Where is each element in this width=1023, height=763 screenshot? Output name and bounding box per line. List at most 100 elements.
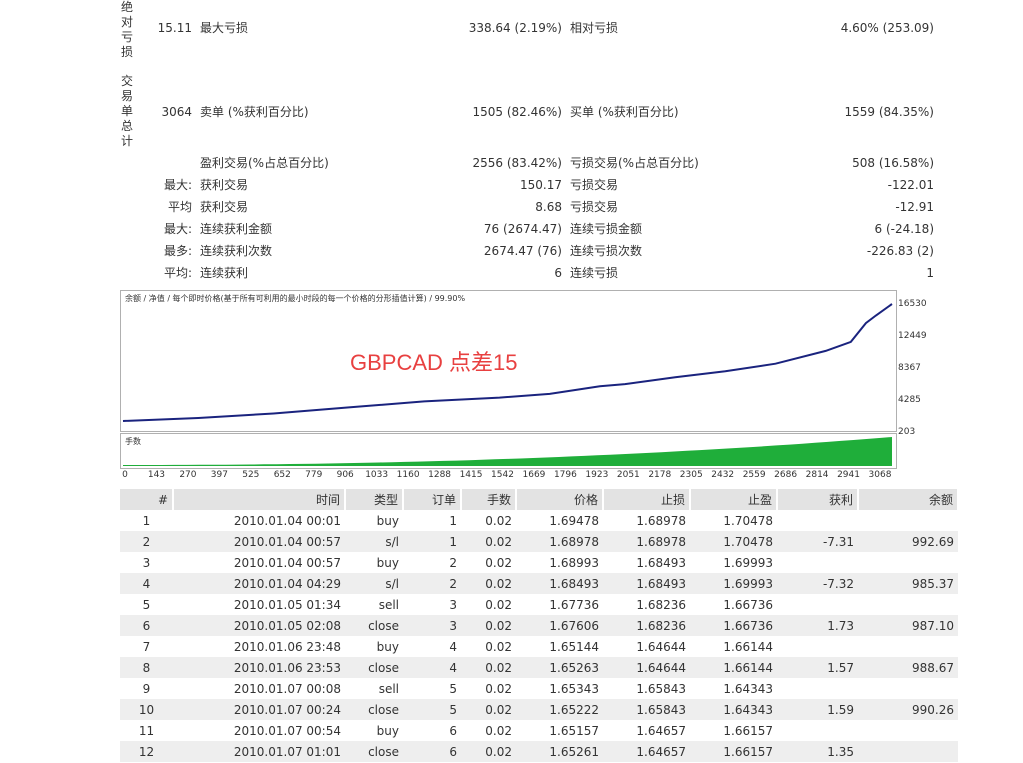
max-drawdown-value: 338.64 (2.19%)	[468, 21, 562, 35]
y-tick: 4285	[898, 395, 921, 405]
x-tick: 1669	[522, 470, 546, 480]
order-cell-profit: 1.57	[777, 657, 858, 678]
order-cell-order: 2	[403, 573, 461, 594]
order-row: 12 2010.01.07 01:01 close 6 0.02 1.65261 1.646…	[120, 741, 958, 762]
order-cell-lots: 0.02	[461, 741, 516, 762]
order-cell-tp: 1.66736	[723, 597, 773, 612]
order-cell-profit	[777, 678, 858, 699]
order-row: 9 2010.01.07 00:08 sell 5 0.02 1.65343 1.65843…	[120, 678, 958, 699]
maximal-losses-value: -226.83 (2)	[866, 244, 934, 258]
order-cell-tp: 1.70478	[723, 513, 773, 528]
x-tick: 1923	[585, 470, 609, 480]
order-cell-order: 3	[449, 597, 457, 612]
order-row: 5 2010.01.05 01:34 sell 3 0.02 1.67736 1.68236…	[120, 594, 958, 615]
order-cell-number: 8	[120, 657, 173, 678]
x-tick: 3068	[868, 470, 892, 480]
order-cell-time: 2010.01.05 02:08	[173, 615, 345, 636]
order-cell-type: sell	[378, 597, 399, 612]
y-tick: 12449	[898, 331, 927, 341]
abs-drawdown-value: 15.11	[157, 21, 192, 35]
abs-drawdown-vertical-label: 绝对亏损	[118, 0, 136, 60]
vertical-label-char: 易	[120, 89, 133, 103]
avg-consecutive-prefix: 平均:	[163, 266, 192, 280]
order-cell-type: buy	[376, 513, 399, 528]
order-cell-tp: 1.64343	[690, 699, 777, 720]
order-row: 8 2010.01.06 23:53 close 4 0.02 1.65263 1.6464…	[120, 657, 958, 678]
order-cell-lots: 0.02	[461, 699, 516, 720]
order-cell-order: 4	[403, 657, 461, 678]
orders-table: # 时间 类型 订单 手数 价格 止损 止盈 获利 余额 1 2010.01.04…	[120, 489, 959, 762]
order-cell-profit: -7.32	[777, 573, 858, 594]
maximal-prefix: 最多:	[163, 244, 192, 258]
vertical-label-char: 对	[120, 15, 133, 29]
order-cell-sl: 1.68978	[636, 513, 686, 528]
largest-profit-value: 150.17	[520, 178, 562, 192]
x-tick: 1033	[365, 470, 389, 480]
order-cell-price: 1.65222	[516, 699, 603, 720]
order-cell-time: 2010.01.07 00:24	[173, 699, 345, 720]
order-cell-order: 3	[403, 615, 461, 636]
col-header-order: 订单	[403, 489, 462, 510]
order-cell-price: 1.65261	[516, 741, 603, 762]
order-cell-profit	[777, 510, 858, 531]
order-cell-price: 1.68993	[549, 555, 599, 570]
long-positions-value: 1559 (84.35%)	[844, 105, 934, 119]
order-cell-lots: 0.02	[485, 723, 512, 738]
vertical-label-char: 单	[120, 104, 133, 118]
x-tick: 2305	[679, 470, 703, 480]
x-tick: 906	[336, 470, 354, 480]
order-cell-lots: 0.02	[485, 555, 512, 570]
average-profit-value: 8.68	[535, 200, 562, 214]
order-cell-price: 1.65343	[549, 681, 599, 696]
x-tick: 2178	[648, 470, 672, 480]
order-cell-profit: 1.73	[777, 615, 858, 636]
order-cell-lots: 0.02	[485, 513, 512, 528]
order-cell-type: close	[345, 699, 403, 720]
order-cell-tp: 1.66157	[690, 741, 777, 762]
order-cell-time: 2010.01.04 00:57	[233, 555, 341, 570]
order-cell-number: 2	[120, 531, 173, 552]
order-cell-time: 2010.01.07 00:54	[233, 723, 341, 738]
order-cell-balance	[858, 594, 958, 615]
order-cell-time: 2010.01.04 04:29	[173, 573, 345, 594]
col-header-time: 时间	[173, 489, 346, 510]
order-cell-balance	[858, 741, 958, 762]
order-cell-price: 1.68493	[516, 573, 603, 594]
avg-consecutive-losses-value: 1	[926, 266, 934, 280]
vertical-label-char: 绝	[120, 0, 133, 14]
order-cell-tp: 1.69993	[690, 573, 777, 594]
order-cell-time: 2010.01.04 00:01	[233, 513, 341, 528]
largest-loss-label: 亏损交易	[570, 178, 619, 192]
order-cell-price: 1.67606	[516, 615, 603, 636]
order-cell-order: 4	[449, 639, 457, 654]
order-cell-price: 1.65263	[516, 657, 603, 678]
x-tick: 2051	[616, 470, 640, 480]
profit-trades-value: 2556 (83.42%)	[472, 156, 562, 170]
col-header-lots: 手数	[461, 489, 517, 510]
total-trades-value: 3064	[161, 105, 192, 119]
maximal-wins-value: 2674.47 (76)	[483, 244, 562, 258]
order-cell-profit: 1.35	[777, 741, 858, 762]
y-tick: 203	[898, 427, 916, 437]
order-cell-balance	[858, 636, 958, 657]
avg-consecutive-wins-value: 6	[554, 266, 562, 280]
vertical-label-char: 损	[120, 45, 133, 59]
max-consecutive-prefix: 最大:	[163, 222, 192, 236]
order-cell-type: close	[345, 615, 403, 636]
order-cell-balance: 988.67	[858, 657, 958, 678]
order-cell-order: 5	[403, 699, 461, 720]
order-cell-tp: 1.69993	[723, 555, 773, 570]
order-cell-sl: 1.68493	[636, 555, 686, 570]
average-profit-label: 获利交易	[200, 200, 249, 214]
order-cell-price: 1.65157	[549, 723, 599, 738]
max-consecutive-wins-label: 连续获利金额	[200, 222, 273, 236]
order-cell-number: 9	[142, 681, 151, 696]
order-cell-number: 1	[142, 513, 151, 528]
y-tick: 8367	[898, 363, 921, 373]
col-header-type: 类型	[345, 489, 404, 510]
order-cell-price: 1.67736	[549, 597, 599, 612]
order-cell-order: 2	[449, 555, 457, 570]
vertical-label-char: 亏	[120, 30, 133, 44]
order-cell-lots: 0.02	[461, 615, 516, 636]
order-row: 2 2010.01.04 00:57 s/l 1 0.02 1.68978 1.68978 1…	[120, 531, 958, 552]
